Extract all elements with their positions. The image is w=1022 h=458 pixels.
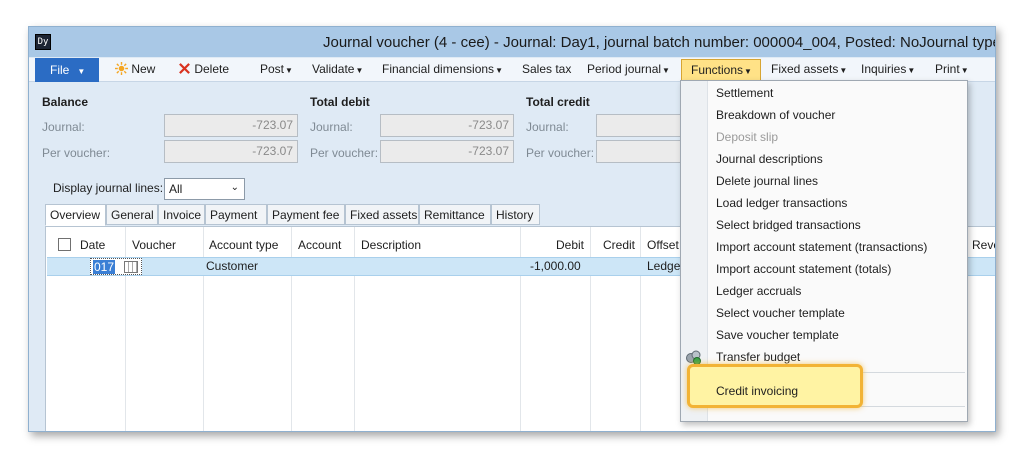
balance-title: Balance [42,95,89,109]
menu-item-credit-invoicing[interactable]: Credit invoicing [716,384,798,398]
tab-overview[interactable]: Overview [45,204,106,226]
total-debit-title: Total debit [310,95,370,109]
tab-fixed-assets[interactable]: Fixed assets [345,204,419,225]
column-header-account[interactable]: Account [298,238,341,252]
tab-invoice[interactable]: Invoice [158,204,205,225]
row-offset: Ledger [647,259,685,273]
chevron-down-icon: ▼ [839,66,848,75]
functions-label: Functions [691,63,744,77]
budget-transfer-icon [686,350,701,365]
chevron-down-icon: ▼ [285,66,293,75]
date-input[interactable]: 017 [90,258,142,275]
sales-tax-label: Sales tax [522,62,572,76]
new-button[interactable]: New [115,62,155,76]
window-title: Journal voucher (4 - cee) - Journal: Day… [323,34,996,51]
tab-general[interactable]: General [106,204,158,225]
column-header-description[interactable]: Description [361,238,421,252]
menu-item-load-ledger-transactions[interactable]: Load ledger transactions [716,196,847,210]
menu-item-select-voucher-template[interactable]: Select voucher template [716,306,845,320]
total-credit-per-voucher-label: Per voucher: [526,146,595,160]
chevron-down-icon: ▼ [744,67,752,76]
financial-dimensions-label: Financial dimensions [382,62,495,76]
file-button[interactable]: File ▼ [35,58,99,82]
menu-item-transfer-budget[interactable]: Transfer budget [716,350,800,364]
menu-item-deposit-slip: Deposit slip [716,130,779,144]
select-all-checkbox[interactable] [58,238,71,251]
menu-item-breakdown-of-voucher[interactable]: Breakdown of voucher [716,108,835,122]
column-header-date[interactable]: Date [80,238,105,252]
validate-label: Validate [312,62,355,76]
row-debit: -1,000.00 [530,259,581,273]
validate-menu[interactable]: Validate▼ [312,62,363,76]
total-credit-journal-label: Journal: [526,120,569,134]
total-debit-per-voucher-field: -723.07 [380,140,514,163]
sales-tax-button[interactable]: Sales tax [522,62,571,76]
chevron-down-icon: ▼ [77,67,86,76]
sun-icon [115,62,128,75]
chevron-down-icon: ⌄ [230,182,239,193]
period-journal-label: Period journal [587,62,662,76]
inquiries-menu[interactable]: Inquiries▼ [861,62,915,76]
title-bar: Dy Journal voucher (4 - cee) - Journal: … [29,27,995,57]
display-journal-lines-select[interactable]: All ⌄ [164,178,245,200]
balance-per-voucher-field: -723.07 [164,140,298,163]
total-credit-title: Total credit [526,95,590,109]
column-header-offset[interactable]: Offset [647,238,679,252]
display-journal-lines-value: All [169,182,183,196]
column-header-voucher[interactable]: Voucher [132,238,176,252]
tab-history[interactable]: History [491,204,540,225]
chevron-down-icon: ▼ [907,66,916,75]
menu-item-settlement[interactable]: Settlement [716,86,773,100]
post-menu[interactable]: Post▼ [260,62,293,76]
calendar-icon[interactable] [124,261,138,273]
total-debit-per-voucher-label: Per voucher: [310,146,379,160]
column-header-credit[interactable]: Credit [603,238,635,252]
file-label: File [50,63,70,77]
column-header-account-type[interactable]: Account type [209,238,278,252]
period-journal-menu[interactable]: Period journal▼ [587,62,670,76]
tab-payment[interactable]: Payment [205,204,267,225]
menu-item-delete-journal-lines[interactable]: Delete journal lines [716,174,818,188]
red-x-icon [179,63,190,74]
delete-label: Delete [194,62,230,76]
column-header-debit[interactable]: Debit [556,238,584,252]
fixed-assets-label: Fixed assets [771,62,839,76]
tab-remittance[interactable]: Remittance [419,204,491,225]
date-value: 017 [93,260,116,274]
balance-journal-field: -723.07 [164,114,298,137]
menu-item-import-statement-transactions[interactable]: Import account statement (transactions) [716,240,927,254]
chevron-down-icon: ▼ [662,66,670,75]
post-label: Post [260,62,285,76]
financial-dimensions-menu[interactable]: Financial dimensions▼ [382,62,503,76]
fixed-assets-menu[interactable]: Fixed assets▼ [771,62,847,76]
print-label: Print [935,62,960,76]
new-label: New [131,62,156,76]
inquiries-label: Inquiries [861,62,907,76]
column-header-reversing[interactable]: Reve [972,238,995,252]
menu-item-select-bridged-transactions[interactable]: Select bridged transactions [716,218,861,232]
total-debit-journal-label: Journal: [310,120,353,134]
chevron-down-icon: ▼ [495,66,503,75]
row-account-type: Customer [206,259,259,273]
print-menu[interactable]: Print▼ [935,62,969,76]
tab-payment-fee[interactable]: Payment fee [267,204,345,225]
balance-journal-label: Journal: [42,120,85,134]
menu-item-import-statement-totals[interactable]: Import account statement (totals) [716,262,891,276]
menu-item-ledger-accruals[interactable]: Ledger accruals [716,284,801,298]
total-debit-journal-field: -723.07 [380,114,514,137]
menu-item-journal-descriptions[interactable]: Journal descriptions [716,152,823,166]
balance-per-voucher-label: Per voucher: [42,146,111,160]
action-pane: File ▼ New Delete Post▼ Validate▼ Financi… [29,58,995,82]
display-journal-lines-label: Display journal lines: [53,181,164,195]
functions-menu[interactable]: Functions▼ [681,59,761,81]
menu-item-save-voucher-template[interactable]: Save voucher template [716,328,839,342]
delete-button[interactable]: Delete [178,62,229,76]
chevron-down-icon: ▼ [960,66,969,75]
chevron-down-icon: ▼ [355,66,364,75]
app-icon: Dy [35,34,51,50]
